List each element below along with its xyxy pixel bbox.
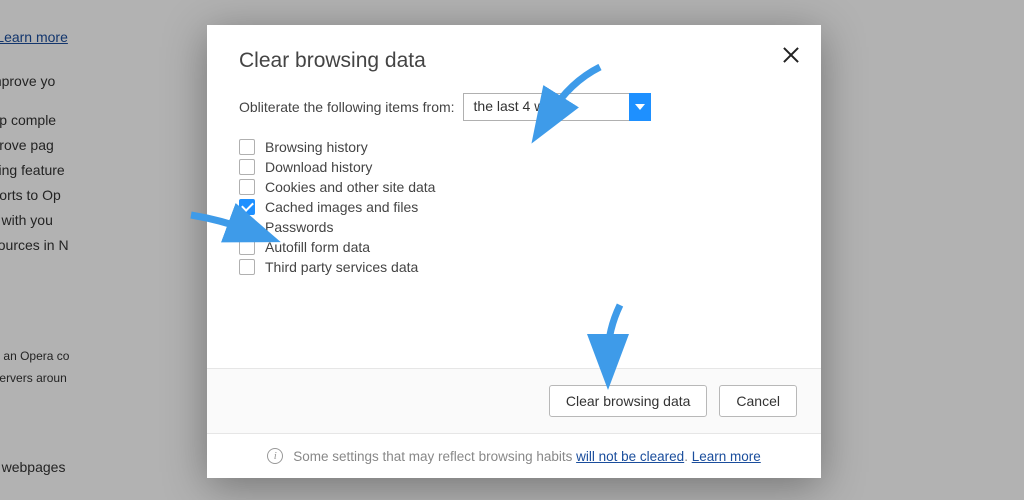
time-range-select[interactable]: the last 4 weeks [463,93,651,121]
checkbox-row[interactable]: Passwords [239,219,789,235]
footnote-sep: . [684,449,692,464]
footnote-text: Some settings that may reflect browsing … [293,449,576,464]
checkbox-row[interactable]: Cached images and files [239,199,789,215]
checkbox[interactable] [239,159,255,175]
dialog-actions: Clear browsing data Cancel [207,368,821,433]
checkbox[interactable] [239,239,255,255]
checkbox-label: Passwords [265,219,333,235]
will-not-be-cleared-link[interactable]: will not be cleared [576,449,684,464]
close-icon[interactable] [779,43,803,67]
cancel-button[interactable]: Cancel [719,385,797,417]
checkbox[interactable] [239,219,255,235]
clear-browsing-data-dialog: Clear browsing data Obliterate the follo… [207,25,821,478]
checkbox-row[interactable]: Cookies and other site data [239,179,789,195]
dialog-footnote: i Some settings that may reflect browsin… [207,433,821,478]
dialog-title: Clear browsing data [239,49,789,73]
checkbox-label: Autofill form data [265,239,370,255]
checkbox-row[interactable]: Autofill form data [239,239,789,255]
checkbox[interactable] [239,139,255,155]
time-range-label: Obliterate the following items from: [239,99,455,115]
footnote-learn-more-link[interactable]: Learn more [692,449,761,464]
checkbox[interactable] [239,199,255,215]
checkbox-label: Third party services data [265,259,418,275]
clear-browsing-data-button[interactable]: Clear browsing data [549,385,708,417]
checkbox-label: Download history [265,159,372,175]
checkbox-row[interactable]: Download history [239,159,789,175]
checkbox[interactable] [239,179,255,195]
checkbox-row[interactable]: Browsing history [239,139,789,155]
checkbox-row[interactable]: Third party services data [239,259,789,275]
checkbox-label: Browsing history [265,139,368,155]
info-icon: i [267,448,283,464]
time-range-value[interactable]: the last 4 weeks [463,93,651,121]
checkbox[interactable] [239,259,255,275]
checkbox-label: Cookies and other site data [265,179,435,195]
checkbox-label: Cached images and files [265,199,418,215]
checkbox-list: Browsing history Download history Cookies … [239,139,789,275]
